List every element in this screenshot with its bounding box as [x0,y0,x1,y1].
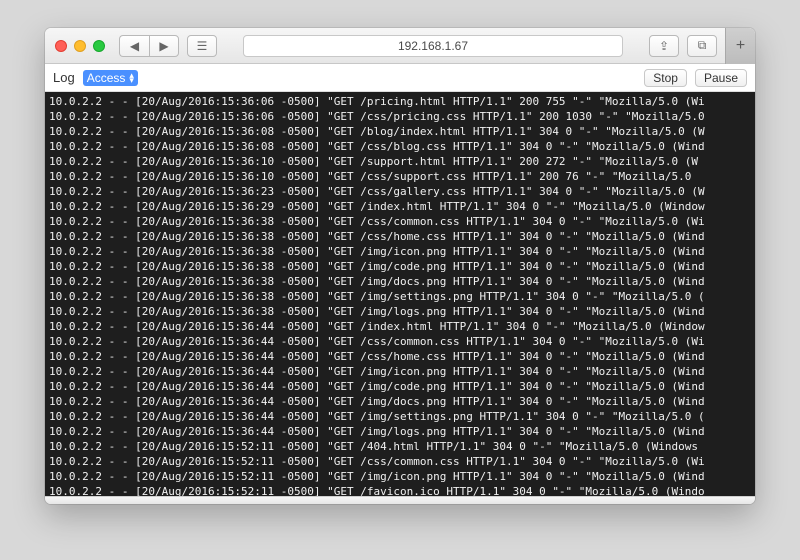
minimize-icon[interactable] [74,40,86,52]
sidebar-button[interactable]: ☰ [187,35,217,57]
chevron-right-icon: ▶ [159,39,168,53]
window-controls [55,40,105,52]
status-bar [45,496,755,504]
select-value: Access [87,71,126,85]
titlebar: ◀ ▶ ☰ 192.168.1.67 ⇪ ⧉ + [45,28,755,64]
close-icon[interactable] [55,40,67,52]
chevron-updown-icon: ▴▾ [129,73,134,83]
new-tab-button[interactable]: + [725,28,755,64]
log-console[interactable]: 10.0.2.2 - - [20/Aug/2016:15:36:06 -0500… [45,92,755,496]
url-text: 192.168.1.67 [398,39,468,53]
tabs-icon: ⧉ [698,38,707,53]
chevron-left-icon: ◀ [130,39,139,53]
log-type-select[interactable]: Access ▴▾ [83,70,138,86]
pause-button[interactable]: Pause [695,69,747,87]
share-button[interactable]: ⇪ [649,35,679,57]
stop-button[interactable]: Stop [644,69,687,87]
back-button[interactable]: ◀ [119,35,149,57]
zoom-icon[interactable] [93,40,105,52]
tabs-button[interactable]: ⧉ [687,35,717,57]
sidebar-icon: ☰ [197,39,208,53]
log-toolbar: Log Access ▴▾ Stop Pause [45,64,755,92]
log-label: Log [53,70,75,85]
address-bar[interactable]: 192.168.1.67 [243,35,623,57]
nav-buttons: ◀ ▶ [119,35,179,57]
browser-window: ◀ ▶ ☰ 192.168.1.67 ⇪ ⧉ + Log Access ▴▾ [45,28,755,504]
share-icon: ⇪ [659,39,669,53]
forward-button[interactable]: ▶ [149,35,179,57]
plus-icon: + [736,37,745,55]
